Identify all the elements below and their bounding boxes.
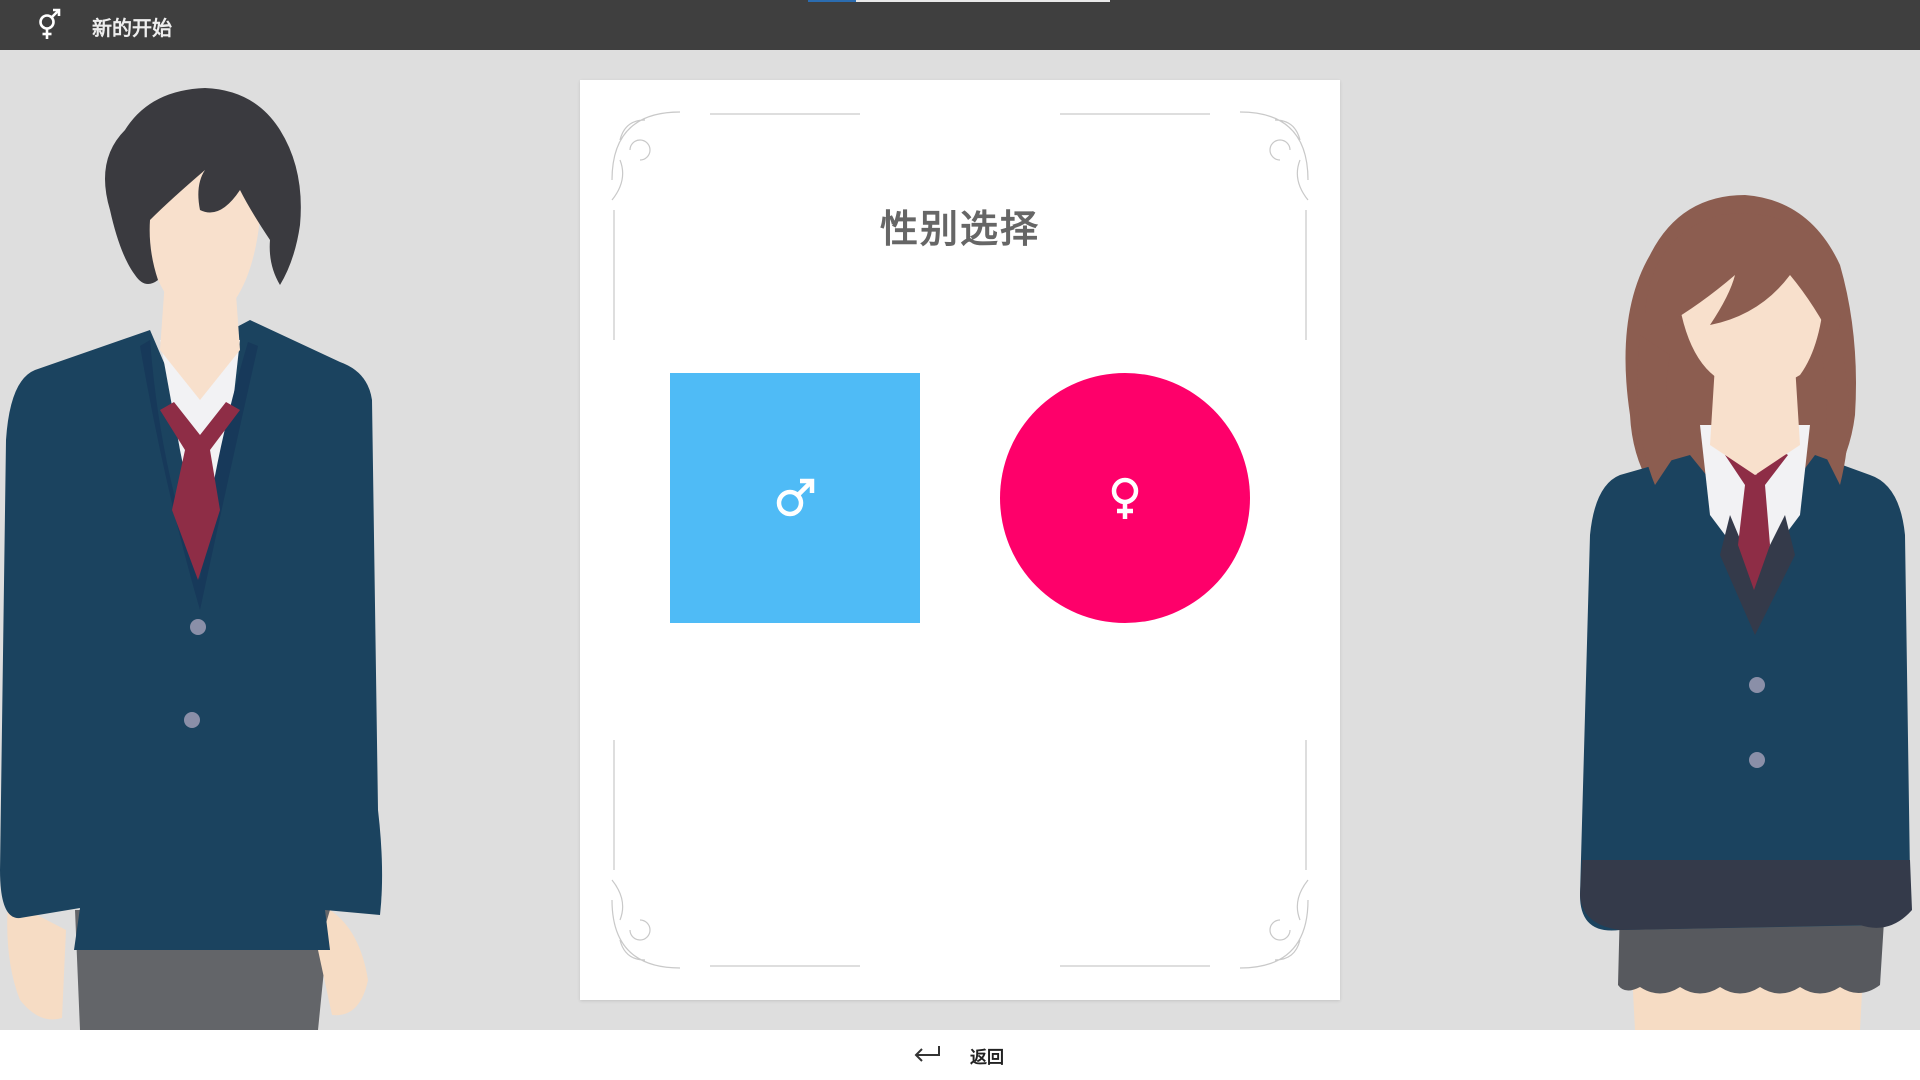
female-icon [1111, 477, 1139, 519]
boy-character-illustration [0, 88, 383, 1030]
girl-character-illustration [1580, 195, 1912, 1030]
back-button[interactable]: 返回 [912, 1040, 1032, 1070]
page-title: 性别选择 [879, 207, 1040, 251]
back-button-label: 返回 [970, 1048, 1004, 1068]
female-option-button[interactable] [1000, 373, 1250, 623]
male-female-icon [39, 8, 61, 39]
loading-progress-fill [808, 0, 857, 2]
title-bar: 新的开始 [0, 0, 1920, 50]
app-title: 新的开始 [92, 16, 172, 40]
bottom-bar: 返回 [0, 1030, 1920, 1080]
gender-selection-card: 性别选择 [580, 80, 1340, 1000]
return-arrow-icon [914, 1046, 940, 1062]
male-option-button[interactable] [670, 373, 920, 623]
loading-progress [808, 0, 1110, 2]
male-icon [776, 478, 815, 517]
